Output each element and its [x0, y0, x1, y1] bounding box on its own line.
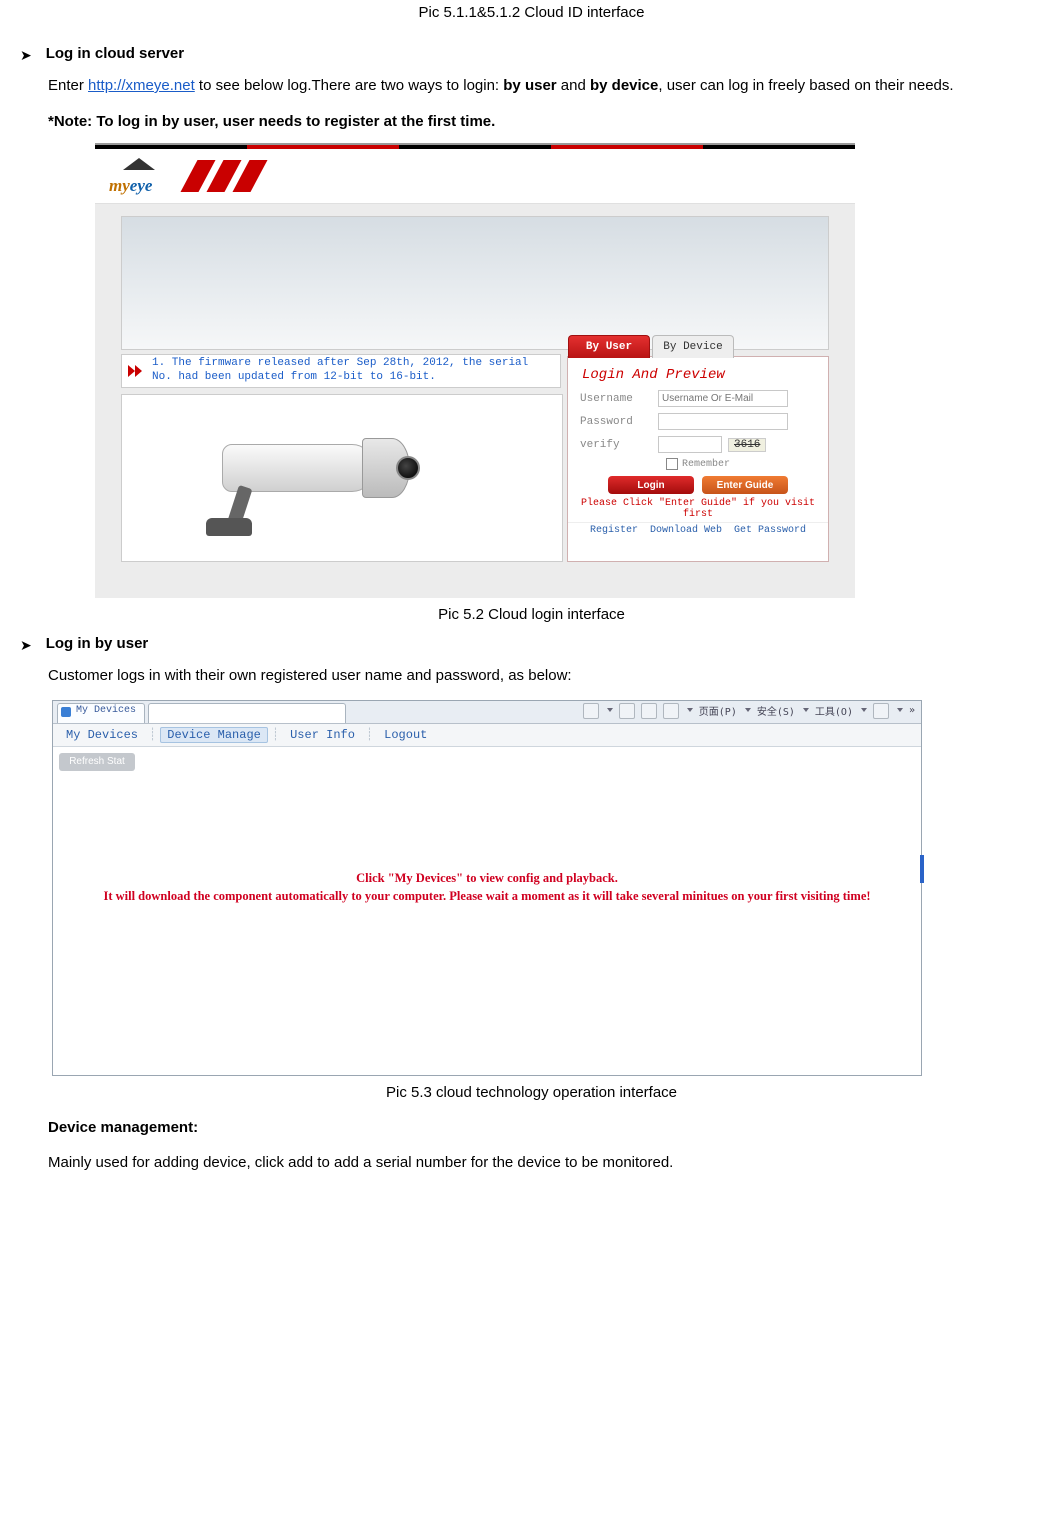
- login-button[interactable]: Login: [608, 476, 694, 494]
- tab-by-user[interactable]: By User: [568, 335, 650, 358]
- note-line: *Note: To log in by user, user needs to …: [48, 106, 1043, 138]
- text-fragment: Enter: [48, 77, 88, 94]
- firmware-notice: 1. The firmware released after Sep 28th,…: [121, 354, 561, 388]
- section-device-management-title: Device management:: [48, 1119, 198, 1136]
- menu-separator-icon: ┊: [149, 727, 156, 742]
- ie-menu-page[interactable]: 页面(P): [699, 703, 737, 718]
- ie-overflow: »: [909, 705, 915, 716]
- menu-user-info[interactable]: User Info: [283, 727, 362, 743]
- caption-fig-5-3: Pic 5.3 cloud technology operation inter…: [20, 1084, 1043, 1101]
- bullet-arrow-icon: ➤: [20, 47, 32, 64]
- username-input[interactable]: [658, 390, 788, 407]
- get-password-link[interactable]: Get Password: [734, 525, 806, 536]
- section-login-by-user-paragraph: Customer logs in with their own register…: [48, 660, 1043, 692]
- dropdown-icon[interactable]: [605, 705, 613, 716]
- remember-checkbox[interactable]: [666, 458, 678, 470]
- remember-label: Remember: [682, 459, 730, 470]
- screenshot-cloud-login: myeye 1. The firmware released after Sep…: [95, 143, 855, 598]
- browser-tab-label: My Devices: [76, 705, 136, 716]
- caption-fig-5-2: Pic 5.2 Cloud login interface: [20, 606, 1043, 623]
- camera-lens-icon: [396, 456, 420, 480]
- menu-logout[interactable]: Logout: [377, 727, 434, 743]
- ie-menu-safety[interactable]: 安全(S): [757, 703, 795, 718]
- register-link[interactable]: Register: [590, 525, 638, 536]
- feeds-icon[interactable]: [619, 703, 635, 719]
- section-login-cloud-paragraph: Enter http://xmeye.net to see below log.…: [48, 70, 1043, 102]
- captcha-image: 3616: [728, 438, 766, 452]
- password-input[interactable]: [658, 413, 788, 430]
- accent-bar: [95, 145, 855, 149]
- browser-tab-blank[interactable]: [148, 703, 346, 723]
- mail-icon[interactable]: [641, 703, 657, 719]
- login-panel-title: Login And Preview: [568, 357, 828, 387]
- bullet-arrow-icon: ➤: [20, 637, 32, 654]
- section-device-management-paragraph: Mainly used for adding device, click add…: [48, 1147, 1043, 1179]
- ie-menu-tools[interactable]: 工具(O): [815, 703, 853, 718]
- tab-by-device[interactable]: By Device: [652, 335, 734, 358]
- logo-text-eye: eye: [130, 176, 153, 195]
- login-panel: By User By Device Login And Preview User…: [567, 356, 829, 562]
- instruction-message: Click "My Devices" to view config and pl…: [53, 871, 921, 905]
- download-web-link[interactable]: Download Web: [650, 525, 722, 536]
- instruction-line-2: It will download the component automatic…: [53, 888, 921, 905]
- verify-label: verify: [580, 439, 658, 451]
- refresh-stat-button[interactable]: Refresh Stat: [59, 753, 135, 771]
- username-label: Username: [580, 393, 658, 405]
- app-menu-bar: My Devices ┊ Device Manage ┊ User Info ┊…: [53, 724, 921, 747]
- section-login-cloud-title: Log in cloud server: [46, 45, 184, 62]
- menu-my-devices[interactable]: My Devices: [59, 727, 145, 743]
- text-fragment: and: [557, 77, 590, 94]
- favicon-icon: [61, 707, 71, 717]
- text-fragment: , user can log in freely based on their …: [658, 77, 953, 94]
- password-label: Password: [580, 416, 658, 428]
- instruction-line-1: Click "My Devices" to view config and pl…: [53, 871, 921, 886]
- dropdown-icon[interactable]: [801, 705, 809, 716]
- camera-base-icon: [206, 518, 252, 536]
- logo-text-my: my: [109, 176, 130, 195]
- screenshot-operation-interface: My Devices 页面(P) 安全(S) 工具(O) » My Device…: [52, 700, 922, 1076]
- dropdown-icon[interactable]: [895, 705, 903, 716]
- print-icon[interactable]: [663, 703, 679, 719]
- firmware-notice-text: 1. The firmware released after Sep 28th,…: [152, 357, 528, 383]
- red-stripes-icon: [183, 160, 263, 192]
- camera-illustration-panel: [121, 394, 563, 562]
- dropdown-icon[interactable]: [743, 705, 751, 716]
- house-roof-icon: [123, 158, 155, 170]
- home-icon[interactable]: [583, 703, 599, 719]
- login-hint: Please Click "Enter Guide" if you visit …: [568, 498, 828, 522]
- caption-top: Pic 5.1.1&5.1.2 Cloud ID interface: [20, 4, 1043, 21]
- chevrons-right-icon: [128, 363, 146, 379]
- dropdown-icon[interactable]: [859, 705, 867, 716]
- scroll-handle-icon: [920, 855, 924, 883]
- dropdown-icon[interactable]: [685, 705, 693, 716]
- site-header: myeye: [95, 149, 855, 204]
- hero-banner: [121, 216, 829, 350]
- verify-input[interactable]: [658, 436, 722, 453]
- ie-command-bar: 页面(P) 安全(S) 工具(O) »: [583, 703, 915, 719]
- text-fragment: to see below log.There are two ways to l…: [195, 77, 504, 94]
- browser-tab-bar: My Devices 页面(P) 安全(S) 工具(O) »: [53, 701, 921, 724]
- menu-separator-icon: ┊: [366, 727, 373, 742]
- enter-guide-button[interactable]: Enter Guide: [702, 476, 788, 494]
- help-icon[interactable]: [873, 703, 889, 719]
- camera-body-icon: [222, 444, 374, 492]
- xmeye-link[interactable]: http://xmeye.net: [88, 77, 195, 94]
- text-bold: by device: [590, 77, 658, 94]
- text-bold: by user: [503, 77, 556, 94]
- menu-separator-icon: ┊: [272, 727, 279, 742]
- section-login-by-user-title: Log in by user: [46, 635, 149, 652]
- menu-device-manage[interactable]: Device Manage: [160, 727, 268, 743]
- browser-tab-mydevices[interactable]: My Devices: [57, 703, 145, 723]
- myeye-logo: myeye: [109, 156, 167, 196]
